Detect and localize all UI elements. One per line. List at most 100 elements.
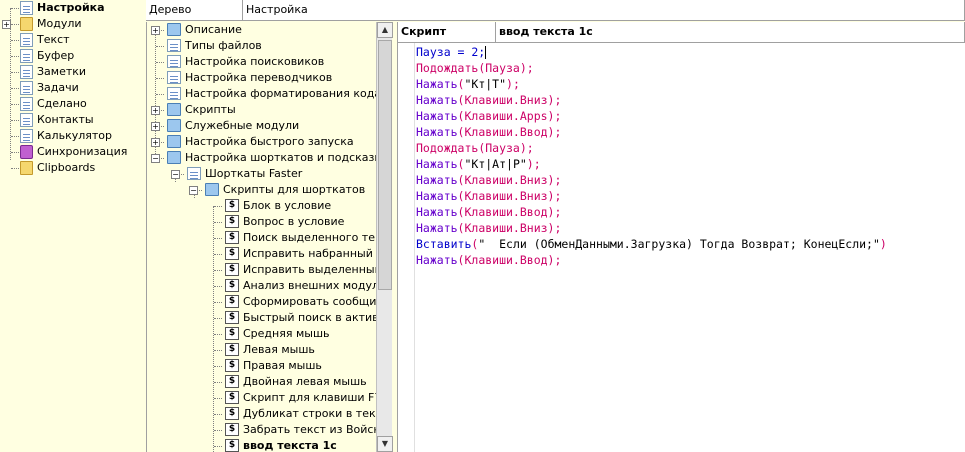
script-editor[interactable]: Пауза = 2; Подождать(Пауза); Нажать("Кт|Т"… [397, 42, 965, 452]
tree-item[interactable]: $ Сформировать сообщить [147, 294, 376, 310]
script-icon: $ [225, 199, 239, 212]
tree-item[interactable]: $ Исправить набранный тек [147, 246, 376, 262]
tree-branch-line [214, 206, 222, 207]
script-icon: $ [225, 423, 239, 436]
code-line[interactable]: Подождать(Пауза); [416, 140, 534, 156]
tree-item[interactable]: Настройка поисковиков [147, 54, 376, 70]
code-token: ) [879, 237, 887, 251]
nav-item-label: Настройка [37, 1, 105, 14]
code-line[interactable]: Нажать(Клавиши.Apps); [416, 108, 561, 124]
code-line[interactable]: Нажать(Клавиши.Ввод); [416, 124, 561, 140]
code-token: "Кт|Ат|Р" [464, 157, 527, 171]
nav-item[interactable]: Заметки [0, 64, 143, 80]
folder-icon [167, 151, 181, 164]
text-cursor [485, 46, 487, 59]
expand-icon[interactable]: − [171, 170, 180, 179]
code-line[interactable]: Нажать(Клавиши.Ввод); [416, 252, 561, 268]
tree-item[interactable]: $ Левая мышь [147, 342, 376, 358]
tree-item[interactable]: $ Анализ внешних модулей [147, 278, 376, 294]
nav-item[interactable]: Clipboards [0, 160, 143, 176]
scroll-thumb[interactable] [378, 40, 392, 290]
tree-item-label: Настройка форматирования кода 1С [185, 87, 376, 100]
nav-item[interactable]: Синхронизация [0, 144, 143, 160]
script-icon: $ [225, 375, 239, 388]
tree-item-label: Анализ внешних модулей [243, 279, 376, 292]
script-icon: $ [225, 311, 239, 324]
expand-icon[interactable]: + [151, 26, 160, 35]
nav-item[interactable]: Буфер [0, 48, 143, 64]
nav-item[interactable]: Текст [0, 32, 143, 48]
nav-item[interactable]: Сделано [0, 96, 143, 112]
script-icon: $ [225, 359, 239, 372]
code-line[interactable]: Пауза = 2; [416, 44, 487, 60]
code-line[interactable]: Нажать(Клавиши.Вниз); [416, 188, 561, 204]
folder-icon [167, 103, 181, 116]
tree-branch-line [214, 414, 222, 415]
tree-item[interactable]: + Настройка быстрого запуска [147, 134, 376, 150]
tree-item[interactable]: $ Скрипт для клавиши F7 [147, 390, 376, 406]
tree-item[interactable]: − Скрипты для шорткатов [147, 182, 376, 198]
expand-icon[interactable]: + [2, 20, 11, 29]
code-token: "Кт|Т" [464, 77, 507, 91]
expand-icon[interactable]: − [151, 154, 160, 163]
tree-item[interactable]: $ Блок в условие [147, 198, 376, 214]
tree-item-label: Сформировать сообщить [243, 295, 376, 308]
code-token: (Клавиши.Вниз); [457, 173, 562, 187]
scroll-down-icon[interactable]: ▼ [377, 436, 393, 452]
code-line[interactable]: Нажать(Клавиши.Вниз); [416, 92, 561, 108]
tree-item[interactable]: $ Правая мышь [147, 358, 376, 374]
tree-branch-line [214, 302, 222, 303]
nav-item[interactable]: Калькулятор [0, 128, 143, 144]
code-line[interactable]: Подождать(Пауза); [416, 60, 534, 76]
page-icon [167, 39, 181, 52]
tree-item[interactable]: + Описание [147, 22, 376, 38]
tree-item-label: Дубликат строки в тексте [243, 407, 376, 420]
script-icon: $ [225, 231, 239, 244]
tree-item[interactable]: $ ввод текста 1c [147, 438, 376, 452]
page-icon [167, 71, 181, 84]
tree-item[interactable]: $ Вопрос в условие [147, 214, 376, 230]
tree-item[interactable]: Типы файлов [147, 38, 376, 54]
code-token: Нажать [416, 189, 458, 203]
nav-item[interactable]: Задачи [0, 80, 143, 96]
tree-item-label: Левая мышь [243, 343, 315, 356]
tree-item-label: Настройка быстрого запуска [185, 135, 354, 148]
tree-item[interactable]: $ Средняя мышь [147, 326, 376, 342]
expand-icon[interactable]: − [189, 186, 198, 195]
nav-item[interactable]: Контакты [0, 112, 143, 128]
page-icon [20, 1, 33, 15]
nav-item[interactable]: + Модули [0, 16, 143, 32]
page-icon [187, 167, 201, 180]
tree-branch-line [156, 78, 164, 79]
tree-item[interactable]: Настройка переводчиков [147, 70, 376, 86]
settings-tree[interactable]: + Описание Типы файлов Настройка поисковико… [146, 22, 376, 452]
tree-item[interactable]: + Скрипты [147, 102, 376, 118]
code-line[interactable]: Вставить(" Если (ОбменДанными.Загрузка) … [416, 236, 887, 252]
scroll-up-icon[interactable]: ▲ [377, 22, 393, 38]
code-token: Вставить [416, 237, 472, 251]
tree-item-label: Поиск выделенного текст [243, 231, 376, 244]
code-line[interactable]: Нажать(Клавиши.Ввод); [416, 204, 561, 220]
tree-item[interactable]: − Настройка шорткатов и подсказки [147, 150, 376, 166]
nav-item-label: Сделано [37, 97, 87, 110]
tree-scrollbar[interactable]: ▲ ▼ [376, 22, 393, 452]
tree-item[interactable]: $ Двойная левая мышь [147, 374, 376, 390]
expand-icon[interactable]: + [151, 138, 160, 147]
code-line[interactable]: Нажать(Клавиши.Вниз); [416, 172, 561, 188]
tree-item[interactable]: Настройка форматирования кода 1С [147, 86, 376, 102]
tree-item[interactable]: $ Быстрый поиск в активно [147, 310, 376, 326]
tree-item[interactable]: $ Забрать текст из Войснот [147, 422, 376, 438]
code-token: " Если (ОбменДанными.Загрузка) Тогда Воз… [478, 237, 880, 251]
code-line[interactable]: Нажать(Клавиши.Вниз); [416, 220, 561, 236]
tree-item[interactable]: + Служебные модули [147, 118, 376, 134]
tree-item[interactable]: − Шорткаты Faster [147, 166, 376, 182]
expand-icon[interactable]: + [151, 122, 160, 131]
code-line[interactable]: Нажать("Кт|Т"); [416, 76, 520, 92]
tree-item[interactable]: $ Поиск выделенного текст [147, 230, 376, 246]
nav-item[interactable]: Настройка [0, 0, 143, 16]
tree-item[interactable]: $ Дубликат строки в тексте [147, 406, 376, 422]
tree-item-label: Настройка переводчиков [185, 71, 333, 84]
tree-item[interactable]: $ Исправить выделенный те [147, 262, 376, 278]
expand-icon[interactable]: + [151, 106, 160, 115]
code-line[interactable]: Нажать("Кт|Ат|Р"); [416, 156, 541, 172]
